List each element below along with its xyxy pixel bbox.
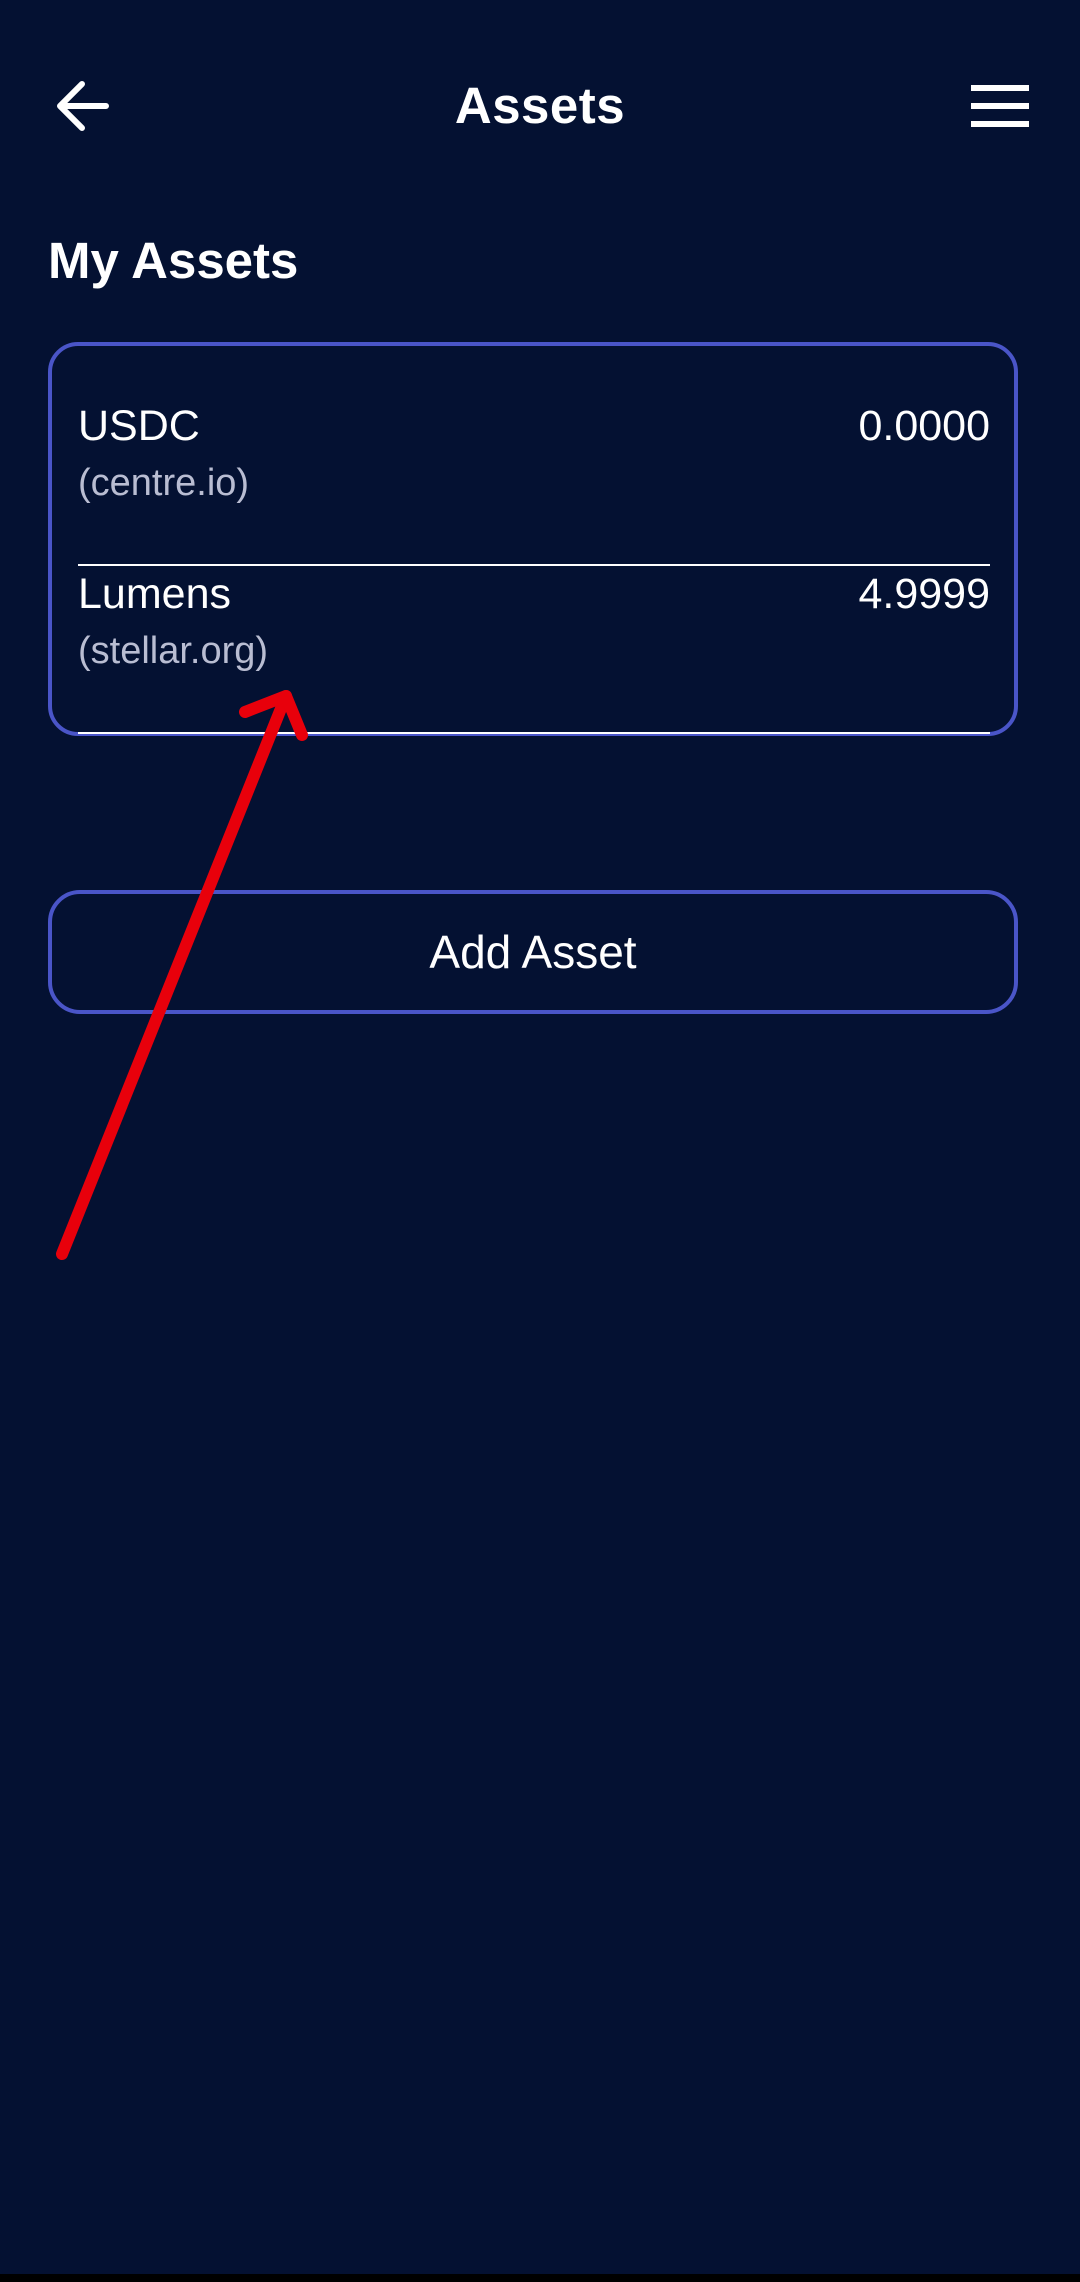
system-navigation-bar bbox=[0, 2274, 1080, 2282]
page-title: Assets bbox=[454, 77, 626, 134]
asset-row-usdc[interactable]: USDC (centre.io) 0.0000 bbox=[78, 396, 990, 566]
add-asset-button[interactable]: Add Asset bbox=[48, 890, 1018, 1014]
asset-balance: 0.0000 bbox=[858, 402, 990, 450]
assets-screen: Assets My Assets USDC (centre.io) 0.0000… bbox=[0, 0, 1080, 2282]
hamburger-menu-icon bbox=[971, 85, 1029, 127]
section-title-my-assets: My Assets bbox=[48, 232, 299, 289]
menu-button[interactable] bbox=[960, 68, 1040, 144]
asset-list-card: USDC (centre.io) 0.0000 Lumens (stellar.… bbox=[48, 342, 1018, 736]
asset-domain: (centre.io) bbox=[78, 462, 250, 504]
asset-row-lumens[interactable]: Lumens (stellar.org) 4.9999 bbox=[78, 564, 990, 734]
asset-domain: (stellar.org) bbox=[78, 630, 269, 672]
asset-name: Lumens bbox=[78, 570, 231, 618]
app-bar: Assets bbox=[0, 0, 1080, 210]
asset-name: USDC bbox=[78, 402, 200, 450]
asset-balance: 4.9999 bbox=[858, 570, 990, 618]
